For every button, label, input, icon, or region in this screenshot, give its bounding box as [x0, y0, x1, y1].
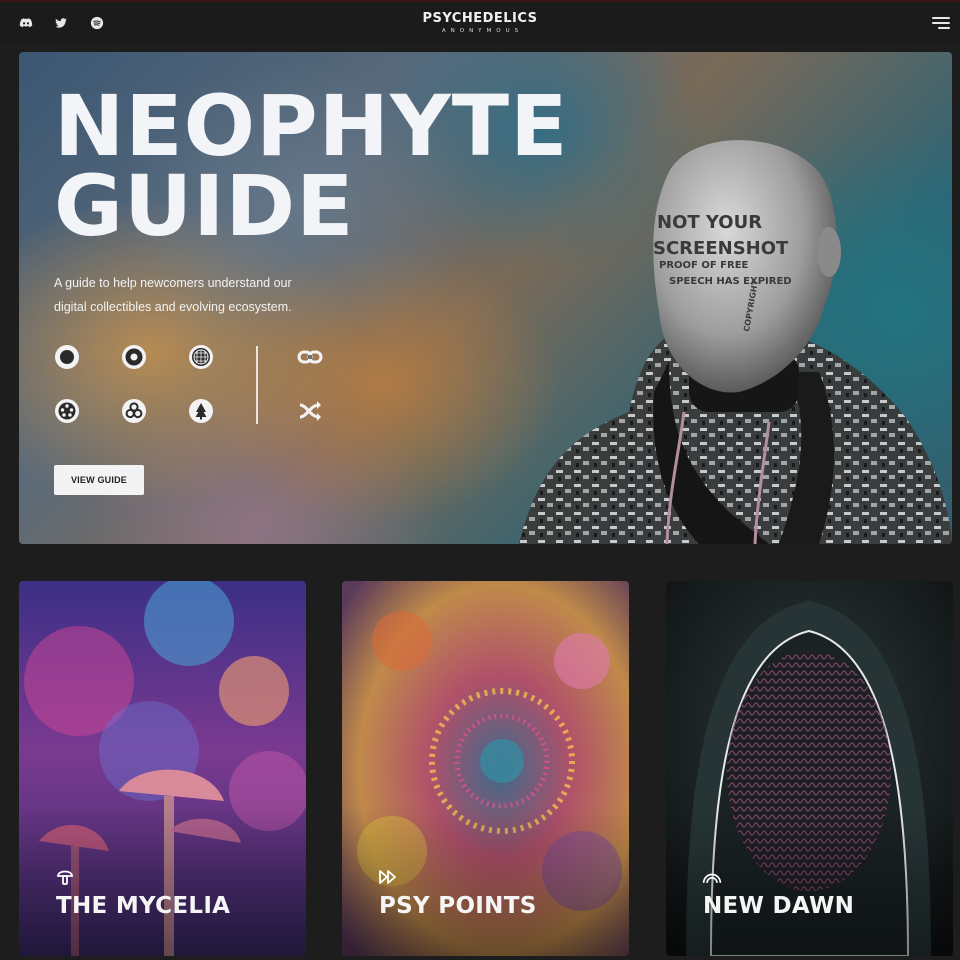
hero-description: A guide to help newcomers understand our… — [54, 276, 292, 314]
hero-banner: NEOPHYTE GUIDE A guide to help newcomers… — [19, 52, 952, 544]
card-title: PSY POINTS — [379, 893, 537, 919]
hooded-mannequin-image: NOT YOUR SCREENSHOT PROOF OF FREE SPEECH… — [519, 140, 952, 544]
brand-logo[interactable]: PSYCHEDELICS ANONYMOUS — [0, 11, 960, 35]
icon-divider — [256, 346, 258, 424]
trefoil-icon[interactable] — [121, 398, 147, 424]
link-icon[interactable] — [297, 344, 323, 370]
brand-name: PSYCHEDELICS — [422, 11, 538, 26]
card-title: THE MYCELIA — [56, 893, 231, 919]
card-new-dawn[interactable]: NEW DAWN — [666, 581, 953, 956]
hero-title-line2: GUIDE — [54, 157, 355, 255]
svg-text:NOT YOUR: NOT YOUR — [657, 212, 762, 233]
view-guide-button[interactable]: VIEW GUIDE — [54, 465, 144, 495]
rainbow-arc-icon — [702, 868, 722, 886]
svg-text:SPEECH HAS EXPIRED: SPEECH HAS EXPIRED — [669, 276, 792, 287]
hero-title-line1: NEOPHYTE — [54, 77, 569, 175]
dotted-circle-icon[interactable] — [54, 398, 80, 424]
ring-icon[interactable] — [54, 344, 80, 370]
hero-title: NEOPHYTE GUIDE — [54, 77, 569, 255]
fast-forward-icon — [378, 868, 398, 886]
target-icon[interactable] — [121, 344, 147, 370]
card-title: NEW DAWN — [703, 893, 855, 919]
top-bar: PSYCHEDELICS ANONYMOUS — [0, 0, 960, 44]
hamburger-menu-icon[interactable] — [932, 16, 950, 30]
grid-circle-icon[interactable] — [188, 344, 214, 370]
mushroom-icon — [55, 868, 75, 886]
shuffle-icon[interactable] — [297, 398, 323, 424]
card-the-mycelia[interactable]: THE MYCELIA — [19, 581, 306, 956]
svg-text:PROOF OF FREE: PROOF OF FREE — [659, 260, 749, 271]
brand-subtitle: ANONYMOUS — [441, 28, 524, 34]
card-psy-points[interactable]: PSY POINTS — [342, 581, 629, 956]
tree-icon[interactable] — [188, 398, 214, 424]
svg-text:SCREENSHOT: SCREENSHOT — [653, 238, 789, 259]
